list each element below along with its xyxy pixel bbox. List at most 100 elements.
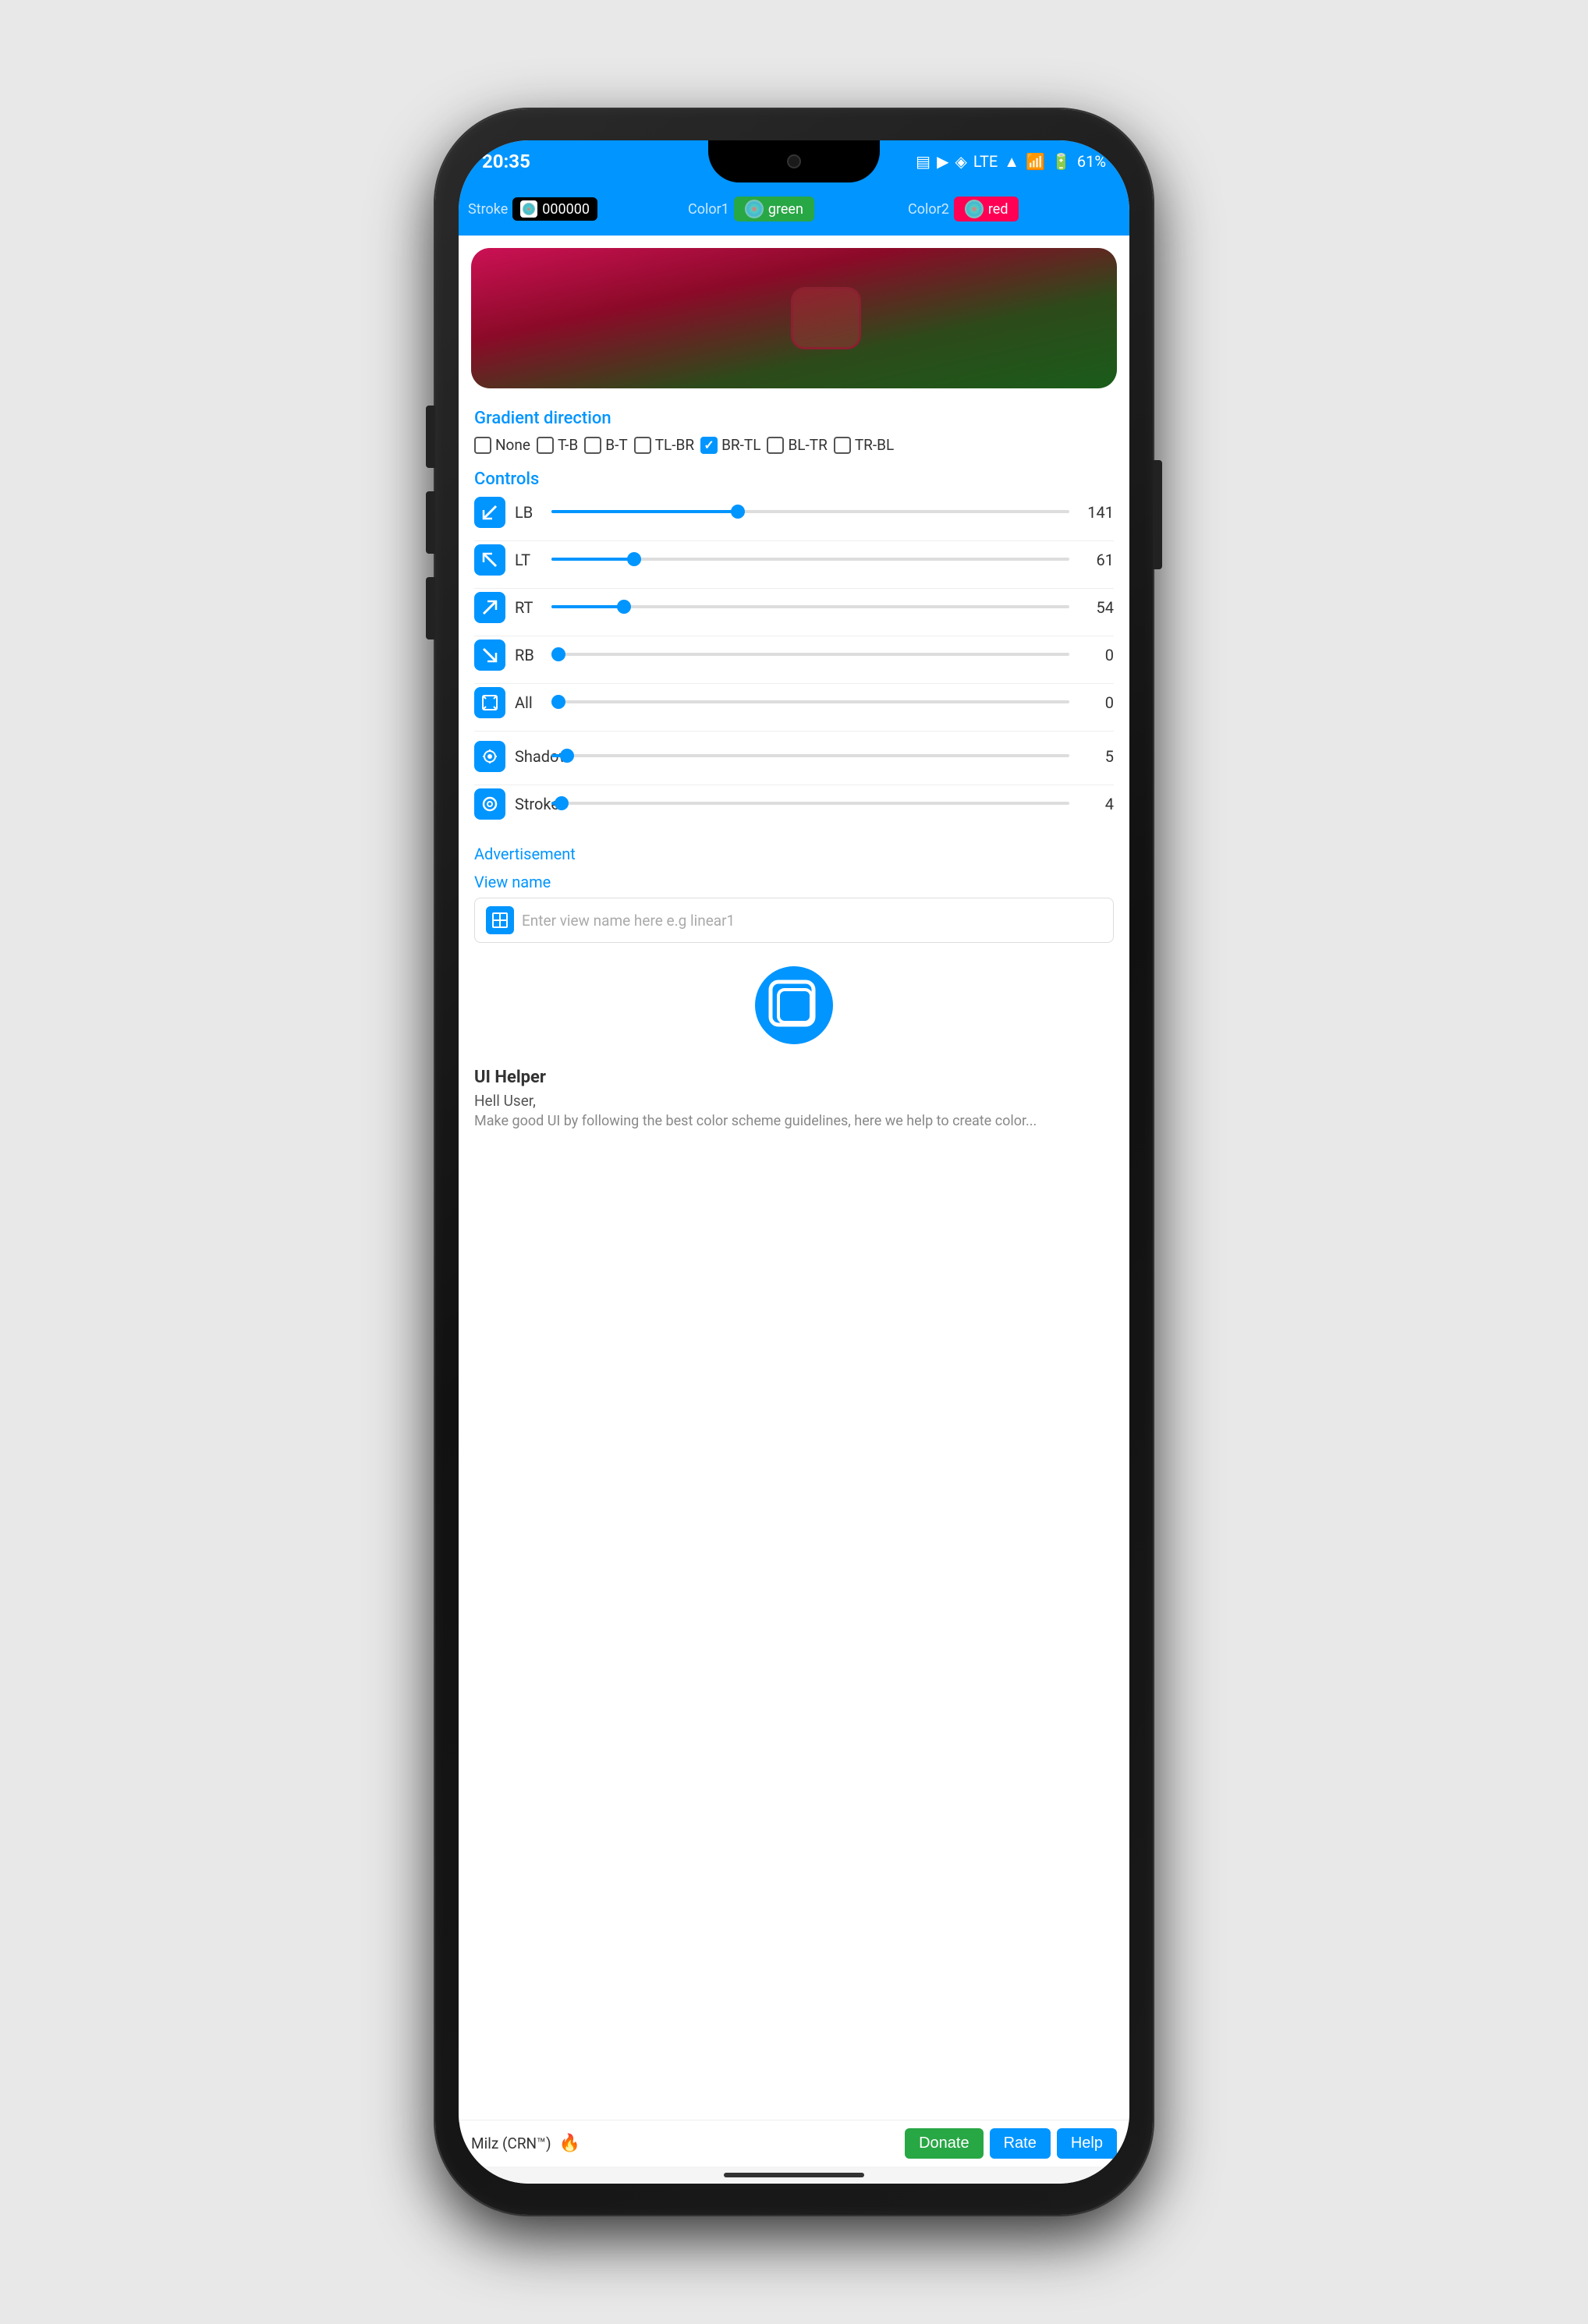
divider-lb	[474, 540, 1114, 541]
radio-box-tlbr[interactable]	[634, 437, 651, 454]
radio-label-tlbr: TL-BR	[655, 436, 694, 454]
toolbar: Stroke 000000 Color1 green	[459, 182, 1129, 236]
rb-thumb	[551, 647, 565, 661]
wifi-icon: 📶	[1026, 152, 1045, 171]
author-name: Milz (CRN™)	[471, 2134, 551, 2152]
phone-outer: 20:35 ▤ ▶ ◈ LTE ▲ 📶 🔋 61% Stroke	[435, 109, 1153, 2215]
rb-icon	[474, 639, 505, 671]
radio-tlbr[interactable]: TL-BR	[634, 436, 694, 454]
shadow-fill	[551, 754, 567, 757]
advertisement-label: Advertisement	[459, 840, 1129, 868]
color1-value: green	[768, 201, 803, 218]
shadow-icon	[474, 741, 505, 772]
gradient-direction-title: Gradient direction	[474, 409, 1114, 428]
divider-all	[474, 731, 1114, 732]
view-name-placeholder: Enter view name here e.g linear1	[522, 912, 735, 930]
radio-bt[interactable]: B-T	[584, 436, 627, 454]
radio-label-bltr: BL-TR	[788, 436, 827, 454]
radio-box-bt[interactable]	[584, 437, 601, 454]
lb-slider[interactable]	[551, 510, 1069, 515]
logo-svg	[767, 978, 821, 1033]
radio-none[interactable]: None	[474, 436, 530, 454]
view-name-section: View name Enter view name here e.g linea…	[459, 868, 1129, 951]
rt-slider[interactable]	[551, 605, 1069, 610]
rb-value: 0	[1079, 646, 1114, 664]
phone-screen: 20:35 ▤ ▶ ◈ LTE ▲ 📶 🔋 61% Stroke	[459, 140, 1129, 2184]
radio-box-tb[interactable]	[537, 437, 554, 454]
color2-label: Color2	[908, 201, 949, 218]
stroke-slider-icon	[474, 788, 505, 820]
all-value: 0	[1079, 693, 1114, 712]
rb-slider[interactable]	[551, 653, 1069, 657]
controls-title: Controls	[474, 469, 1114, 489]
lb-icon	[474, 497, 505, 528]
color1-label: Color1	[688, 201, 729, 218]
lt-track	[551, 558, 1069, 561]
bottom-left: Milz (CRN™) 🔥	[471, 2134, 580, 2153]
radio-box-none[interactable]	[474, 437, 491, 454]
gradient-direction-section: Gradient direction None T-B B-T	[459, 401, 1129, 462]
home-bar	[724, 2173, 864, 2177]
stroke-palette-icon	[520, 200, 537, 218]
home-indicator	[459, 2166, 1129, 2184]
lb-value: 141	[1079, 503, 1114, 522]
rt-icon	[474, 592, 505, 623]
play-icon: ▶	[937, 152, 948, 171]
lt-label: LT	[515, 551, 542, 569]
color1-chip[interactable]: green	[734, 197, 814, 221]
radio-brtl[interactable]: BR-TL	[700, 436, 760, 454]
stroke-track	[551, 802, 1069, 805]
shadow-slider[interactable]	[551, 754, 1069, 759]
stroke-label: Stroke	[468, 201, 508, 218]
all-slider[interactable]	[551, 700, 1069, 705]
radio-tb[interactable]: T-B	[537, 436, 578, 454]
control-rb: RB 0	[474, 639, 1114, 671]
radio-bltr[interactable]: BL-TR	[767, 436, 827, 454]
stroke-chip[interactable]: 000000	[512, 197, 597, 221]
control-stroke: Stroke 4	[474, 788, 1114, 820]
lt-value: 61	[1079, 551, 1114, 569]
donate-button[interactable]: Donate	[905, 2128, 984, 2159]
lb-label: LB	[515, 503, 542, 522]
bottom-buttons: Donate Rate Help	[905, 2128, 1117, 2159]
status-bar: 20:35 ▤ ▶ ◈ LTE ▲ 📶 🔋 61%	[459, 140, 1129, 182]
app-logo	[755, 966, 833, 1044]
help-button[interactable]: Help	[1057, 2128, 1117, 2159]
lt-slider[interactable]	[551, 558, 1069, 562]
all-icon	[474, 687, 505, 718]
rb-track	[551, 653, 1069, 656]
rt-fill	[551, 605, 624, 608]
nfc-icon: ◈	[955, 152, 966, 171]
all-thumb	[551, 695, 565, 709]
main-content[interactable]: Gradient direction None T-B B-T	[459, 236, 1129, 2120]
color2-section: Color2 red	[908, 197, 1120, 221]
view-name-icon	[486, 906, 514, 934]
radio-label-none: None	[495, 436, 530, 454]
stroke-slider-ctrl[interactable]	[551, 802, 1069, 806]
lt-fill	[551, 558, 634, 561]
control-rt: RT 54	[474, 592, 1114, 623]
lb-track	[551, 510, 1069, 513]
view-name-input[interactable]: Enter view name here e.g linear1	[474, 898, 1114, 943]
bottom-bar: Milz (CRN™) 🔥 Donate Rate Help	[459, 2120, 1129, 2166]
stroke-value: 4	[1079, 795, 1114, 813]
radio-box-trbl[interactable]	[834, 437, 851, 454]
radio-box-bltr[interactable]	[767, 437, 784, 454]
radio-label-bt: B-T	[605, 436, 627, 454]
status-time: 20:35	[482, 151, 530, 172]
radio-trbl[interactable]: TR-BL	[834, 436, 894, 454]
rt-value: 54	[1079, 598, 1114, 617]
color2-chip[interactable]: red	[954, 197, 1019, 221]
all-label: All	[515, 693, 542, 712]
rate-button[interactable]: Rate	[990, 2128, 1051, 2159]
gradient-preview	[471, 248, 1117, 388]
battery-percent: 61%	[1077, 152, 1106, 171]
battery-icon: 🔋	[1051, 152, 1071, 171]
shadow-label: Shadow	[515, 747, 542, 766]
rt-thumb	[617, 600, 631, 614]
status-icons: ▤ ▶ ◈ LTE ▲ 📶 🔋 61%	[916, 152, 1106, 172]
radio-label-brtl: BR-TL	[721, 436, 760, 454]
color2-value: red	[988, 201, 1008, 218]
radio-label-tb: T-B	[558, 436, 578, 454]
radio-box-brtl[interactable]	[700, 437, 718, 454]
